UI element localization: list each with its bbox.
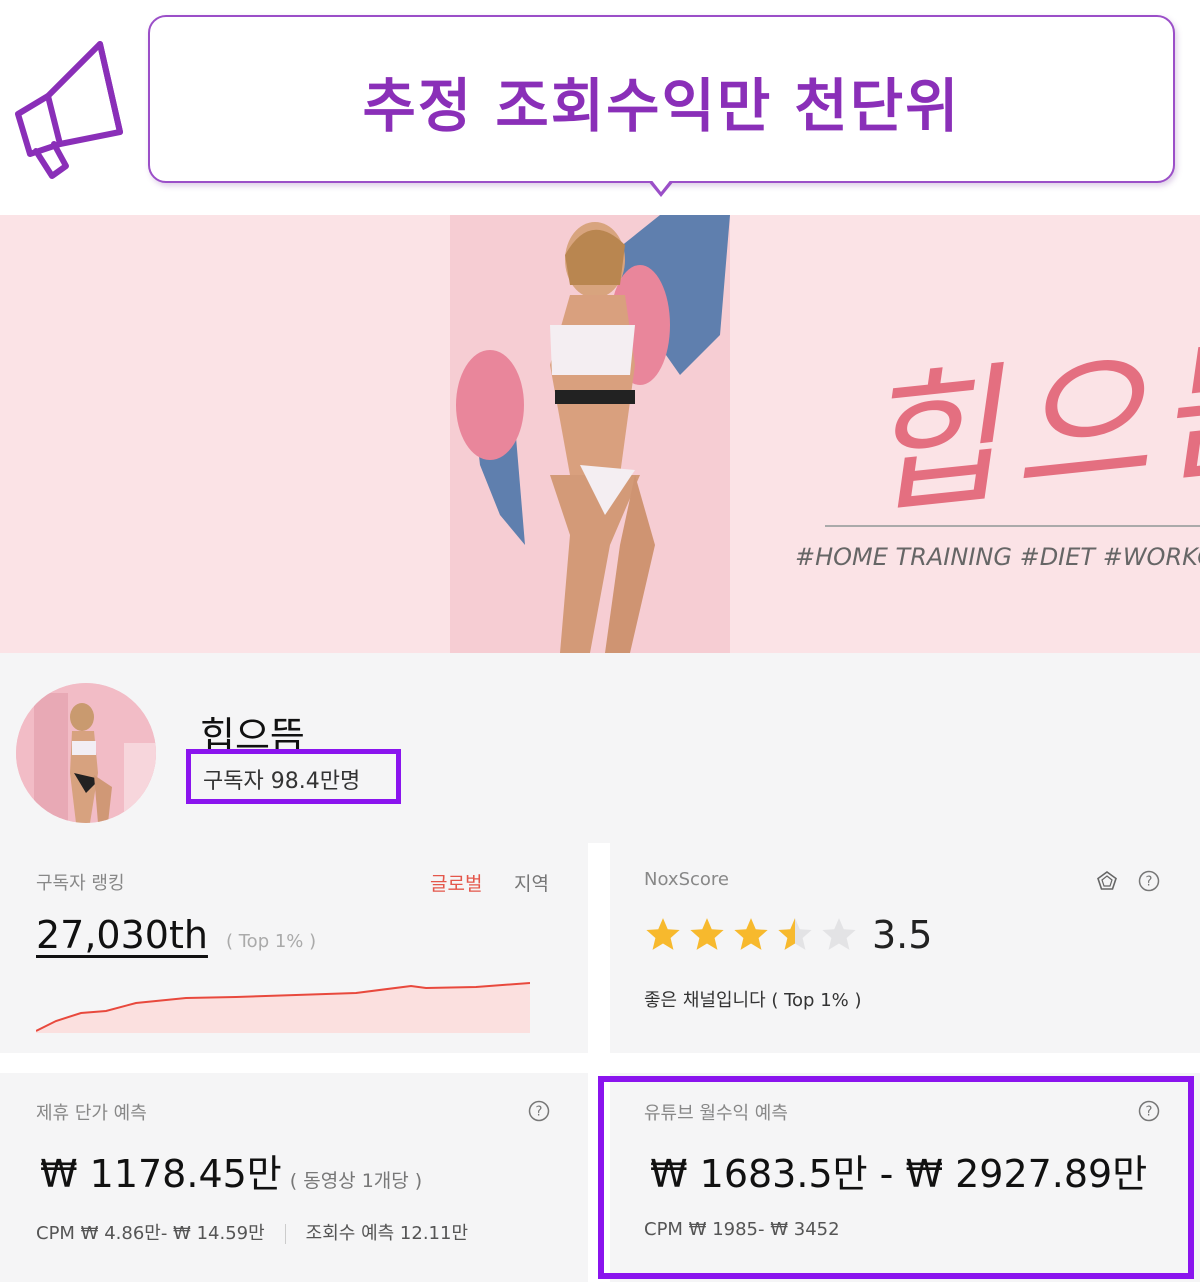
deal-value: ₩ 1178.45만 ( 동영상 1개당 ) [40,1143,422,1198]
ranking-top-percent: ( Top 1% ) [226,931,317,952]
noxscore-card: NoxScore ? 3.5 좋은 채널입니다 ( Top 1% ) [610,843,1200,1053]
headline-callout: 추정 조회수익만 천단위 [148,15,1175,183]
star-empty-icon [822,918,856,950]
channel-banner: 힙으뜸 #HOME TRAINING #DIET #WORKOU [0,215,1200,653]
help-icon[interactable]: ? [528,1100,550,1122]
subscriber-highlight: 구독자 98.4만명 [186,749,401,804]
star-icon [646,918,680,950]
callout-tail [648,178,674,197]
ranking-value[interactable]: 27,030th [36,913,208,957]
banner-divider [825,525,1200,527]
ranking-trend-chart [36,982,530,1033]
sponsorship-price-card: 제휴 단가 예측 ? ₩ 1178.45만 ( 동영상 1개당 ) CPM ₩ 4… [0,1073,588,1282]
tab-region[interactable]: 지역 [514,869,549,896]
noxscore-value: 3.5 [872,913,933,957]
deal-footer: CPM ₩ 4.86만- ₩ 14.59만 조회수 예측 12.11만 [36,1219,468,1245]
banner-figure [450,215,730,653]
deal-cpm: CPM ₩ 4.86만- ₩ 14.59만 [36,1223,265,1244]
footer-divider [284,1224,286,1244]
noxscore-description: 좋은 채널입니다 ( Top 1% ) [644,990,862,1011]
youtube-revenue-highlight [598,1076,1194,1279]
svg-text:?: ? [536,1105,543,1120]
megaphone-icon [15,41,123,179]
help-icon[interactable]: ? [1138,870,1160,892]
pentagon-chart-icon[interactable] [1096,870,1118,892]
subscriber-ranking-card: 구독자 랭킹 글로벌 지역 27,030th ( Top 1% ) [0,843,588,1053]
noxscore-label: NoxScore [644,869,729,890]
noxscore-stars [644,915,858,953]
channel-avatar[interactable] [16,683,156,823]
svg-text:?: ? [1146,875,1153,890]
deal-label: 제휴 단가 예측 [36,1103,147,1124]
ranking-label: 구독자 랭킹 [36,873,125,894]
tab-global[interactable]: 글로벌 [430,869,482,896]
banner-tags: #HOME TRAINING #DIET #WORKOU [795,543,1200,571]
channel-profile: 힙으뜸 구독자 98.4만명 [0,653,1200,843]
subscriber-count: 구독자 98.4만명 [203,769,361,794]
deal-views-estimate: 조회수 예측 12.11만 [305,1223,469,1244]
star-half-icon [778,918,812,950]
star-icon [690,918,724,950]
avatar-image [16,683,156,823]
banner-logo: 힙으뜸 [853,317,1200,537]
star-icon [734,918,768,950]
deal-note: ( 동영상 1개당 ) [289,1170,423,1192]
deal-amount: ₩ 1178.45만 [40,1152,282,1196]
headline-title: 추정 조회수익만 천단위 [362,72,961,140]
